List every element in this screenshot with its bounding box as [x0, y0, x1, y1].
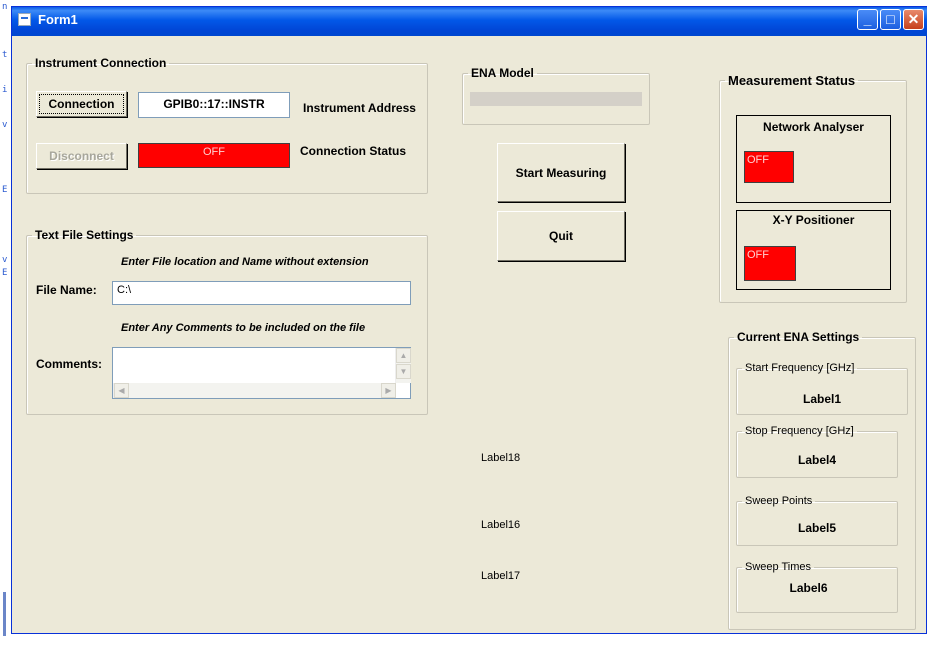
- editor-scroll-indicator: [3, 592, 6, 636]
- bg-mark: E: [2, 185, 8, 195]
- xy-positioner-panel: X-Y Positioner OFF: [736, 210, 891, 290]
- scroll-right-icon[interactable]: ▶: [381, 383, 396, 398]
- bg-mark: v: [2, 120, 8, 130]
- bg-mark: i: [2, 85, 8, 95]
- network-analyser-status-indicator: OFF: [744, 151, 794, 183]
- close-button[interactable]: ✕: [903, 9, 924, 30]
- quit-button[interactable]: Quit: [497, 211, 625, 261]
- window-title: Form1: [38, 12, 78, 27]
- start-frequency-group: Start Frequency [GHz]: [736, 362, 908, 415]
- disconnect-button[interactable]: Disconnect: [36, 143, 127, 169]
- bg-mark: n: [2, 2, 8, 12]
- form-icon: [18, 13, 31, 26]
- sweep-times-value: Label6: [789, 581, 828, 595]
- maximize-button[interactable]: □: [880, 9, 901, 30]
- measurement-status-legend: Measurement Status: [728, 73, 856, 88]
- bg-mark: v: [2, 255, 8, 265]
- instrument-connection-legend: Instrument Connection: [35, 56, 167, 70]
- text-file-settings-legend: Text File Settings: [35, 228, 134, 242]
- file-name-label: File Name:: [36, 283, 97, 297]
- comments-horizontal-scrollbar[interactable]: ◀ ▶: [113, 383, 396, 398]
- current-ena-settings-legend: Current ENA Settings: [737, 330, 860, 344]
- scroll-down-icon[interactable]: ▼: [396, 364, 411, 379]
- scroll-left-icon[interactable]: ◀: [114, 383, 129, 398]
- bg-mark: t: [2, 50, 8, 60]
- xy-positioner-title: X-Y Positioner: [772, 213, 855, 227]
- instrument-address-field[interactable]: GPIB0::17::INSTR: [138, 92, 290, 118]
- stop-frequency-legend: Stop Frequency [GHz]: [745, 425, 854, 437]
- connection-status-indicator: OFF: [138, 143, 290, 168]
- label16: Label16: [481, 519, 521, 531]
- minimize-button[interactable]: _: [857, 9, 878, 30]
- start-frequency-value: Label1: [802, 392, 841, 406]
- file-location-hint: Enter File location and Name without ext…: [121, 256, 369, 268]
- instrument-address-label: Instrument Address: [303, 101, 416, 115]
- comments-label: Comments:: [36, 357, 103, 371]
- file-name-input[interactable]: C:\: [112, 281, 411, 305]
- comments-hint: Enter Any Comments to be included on the…: [121, 322, 366, 334]
- desktop-strip-top: [0, 0, 927, 5]
- ena-model-progress-bar: [470, 92, 642, 106]
- start-measuring-button[interactable]: Start Measuring: [497, 143, 625, 202]
- connection-status-label: Connection Status: [300, 144, 407, 158]
- sweep-times-legend: Sweep Times: [745, 561, 812, 573]
- ena-model-legend: ENA Model: [471, 66, 534, 80]
- stop-frequency-value: Label4: [797, 453, 836, 467]
- comments-vertical-scrollbar[interactable]: ▲ ▼: [395, 348, 411, 383]
- instrument-connection-group: Instrument Connection: [26, 56, 428, 194]
- label18: Label18: [481, 452, 521, 464]
- label17: Label17: [481, 570, 521, 582]
- network-analyser-title: Network Analyser: [763, 120, 864, 134]
- network-analyser-panel: Network Analyser OFF: [736, 115, 891, 203]
- xy-positioner-status-indicator: OFF: [744, 246, 796, 281]
- title-bar[interactable]: [12, 7, 927, 36]
- connection-button[interactable]: Connection: [36, 91, 127, 117]
- sweep-points-value: Label5: [797, 521, 836, 535]
- scroll-up-icon[interactable]: ▲: [396, 348, 411, 363]
- stop-frequency-group: Stop Frequency [GHz]: [736, 425, 898, 478]
- start-frequency-legend: Start Frequency [GHz]: [745, 362, 855, 374]
- bg-mark: E: [2, 268, 8, 278]
- sweep-points-legend: Sweep Points: [745, 495, 813, 507]
